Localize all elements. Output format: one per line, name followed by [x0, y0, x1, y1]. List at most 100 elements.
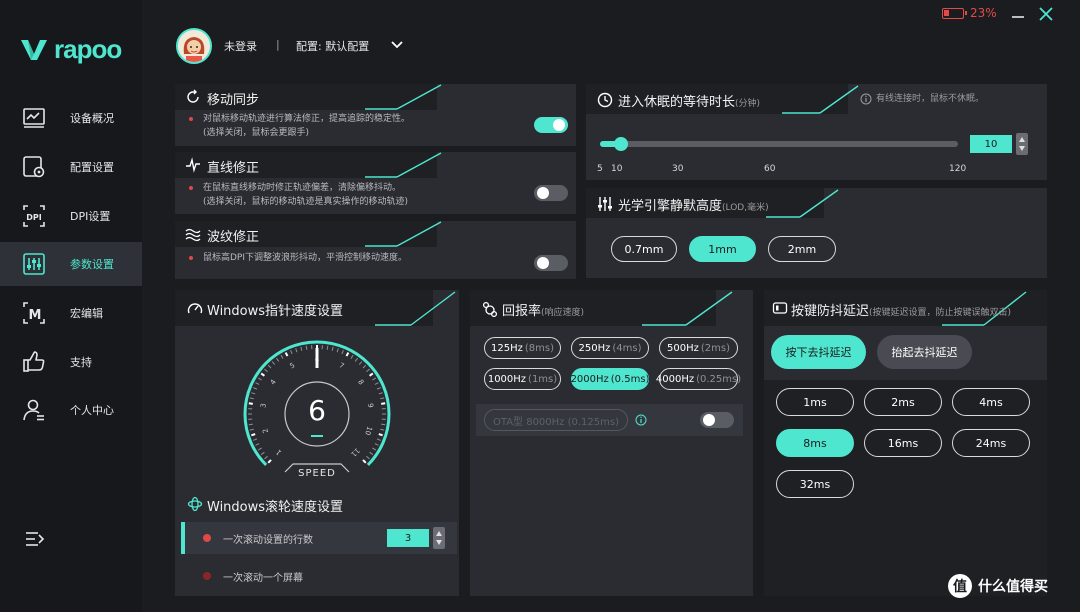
- dial-tick: [300, 346, 303, 351]
- dial-tick-label: 5: [289, 361, 297, 370]
- menu-collapse-icon[interactable]: [24, 528, 46, 550]
- lod-option-2mm[interactable]: 2mm: [768, 236, 836, 262]
- sleep-timer-slider[interactable]: [600, 137, 958, 151]
- ota-toggle[interactable]: [700, 412, 734, 428]
- wheel-option-lines[interactable]: 一次滚动设置的行数 3: [181, 522, 457, 554]
- ota-row: OTA型 8000Hz (0.125ms): [476, 404, 743, 436]
- dial-tick: [264, 455, 268, 460]
- sidebar-item-parameters[interactable]: 参数设置: [0, 242, 142, 286]
- dial-tick: [249, 397, 254, 400]
- debounce-title-text: 按键防抖延迟: [791, 304, 870, 319]
- line-correction-note: (选择关闭，鼠标的移动轨迹是真实操作的移动轨迹): [203, 197, 409, 207]
- sidebar-item-macro[interactable]: M 宏编辑: [0, 291, 142, 335]
- line-correction-toggle[interactable]: [534, 185, 568, 201]
- chevron-down-icon[interactable]: [390, 38, 404, 52]
- dial-tick: [253, 387, 258, 390]
- debounce-option-16ms[interactable]: 16ms: [864, 429, 942, 457]
- dpi-icon: DPI: [23, 205, 45, 227]
- avatar[interactable]: [176, 28, 212, 64]
- radio-dot: [203, 534, 211, 542]
- dial-tick: [341, 350, 344, 355]
- wheel-option-screen[interactable]: 一次滚动一个屏幕: [181, 560, 457, 592]
- wheel-speed-title: Windows滚轮速度设置: [207, 500, 344, 515]
- lod-unit: (LOD,毫米): [722, 203, 769, 213]
- close-icon[interactable]: [1036, 4, 1056, 24]
- slider-handle[interactable]: [614, 137, 628, 151]
- wheel-lines-spinner[interactable]: [433, 527, 445, 549]
- polling-ms: (4ms): [612, 342, 642, 354]
- title-bar: 23%: [142, 0, 1080, 26]
- slider-tick-label: 30: [672, 164, 684, 174]
- polling-rate-title-text: 回报率: [502, 304, 542, 319]
- wave-icon: [185, 228, 201, 242]
- dial-tick: [260, 372, 266, 377]
- ripple-control-panel: 波纹修正 鼠标高DPI下调整波浪形抖动，平滑控制移动速度。: [175, 221, 576, 279]
- sleep-timer-spinner[interactable]: [1016, 133, 1028, 155]
- debounce-option-32ms[interactable]: 32ms: [776, 470, 854, 498]
- lod-option-0-7mm[interactable]: 0.7mm: [611, 236, 677, 262]
- sidebar-item-dpi[interactable]: DPI DPI设置: [0, 194, 142, 238]
- tab-release-debounce[interactable]: 抬起去抖延迟: [877, 335, 972, 369]
- polling-rate: 125Hz: [491, 342, 523, 354]
- motion-sync-title: 移动同步: [207, 93, 260, 108]
- tab-press-debounce[interactable]: 按下去抖延迟: [771, 335, 866, 369]
- dial-tick-label: 10: [363, 425, 373, 436]
- line-correction-icon: [186, 157, 200, 173]
- sidebar-item-personal-center[interactable]: 个人中心: [0, 388, 142, 432]
- dial-tick: [362, 364, 367, 369]
- debounce-option-24ms[interactable]: 24ms: [952, 429, 1030, 457]
- dial-tick-label: 11: [349, 446, 361, 458]
- dial-tick: [336, 348, 339, 353]
- polling-option-250hz[interactable]: 250Hz (4ms): [571, 337, 649, 359]
- debounce-option-2ms[interactable]: 2ms: [864, 388, 942, 416]
- polling-option-500hz[interactable]: 500Hz (2ms): [659, 337, 738, 359]
- login-status[interactable]: 未登录: [224, 38, 257, 54]
- config-settings-icon: [23, 156, 45, 178]
- sidebar-item-label: 参数设置: [70, 258, 114, 271]
- dial-tick: [345, 352, 350, 357]
- polling-option-2000hz[interactable]: 2000Hz (0.5ms): [571, 368, 649, 390]
- bullet-dot: [189, 186, 193, 190]
- sidebar-item-device-overview[interactable]: 设备概况: [0, 96, 142, 140]
- motion-sync-desc: 对鼠标移动轨迹进行算法修正，提高追踪的稳定性。: [203, 114, 411, 124]
- sidebar-item-config-settings[interactable]: 配置设置: [0, 145, 142, 189]
- dial-tick: [368, 372, 374, 377]
- dial-tick: [255, 382, 260, 385]
- lod-panel: 光学引擎静默高度(LOD,毫米) 0.7mm 1mm 2mm: [586, 188, 1047, 278]
- debounce-option-4ms[interactable]: 4ms: [952, 388, 1030, 416]
- brand-logo: rapoo: [20, 34, 122, 65]
- dial-tick: [267, 459, 272, 464]
- polling-rate-sub: (响应速度): [541, 308, 585, 318]
- sleep-timer-input[interactable]: 10: [970, 135, 1012, 153]
- dial-tick: [248, 423, 253, 426]
- dial-tick: [372, 377, 377, 381]
- sidebar-item-support[interactable]: 支持: [0, 340, 142, 384]
- radio-dot: [203, 572, 211, 580]
- lod-option-1mm[interactable]: 1mm: [689, 236, 756, 262]
- polling-option-1000hz[interactable]: 1000Hz (1ms): [484, 368, 561, 390]
- polling-option-4000hz[interactable]: 4000Hz (0.25ms): [656, 368, 742, 390]
- dial-tick-label: 9: [366, 403, 375, 409]
- sidebar-item-label: 设备概况: [70, 112, 114, 125]
- ripple-control-toggle[interactable]: [534, 255, 568, 271]
- battery-percent: 23%: [970, 6, 997, 20]
- debounce-option-1ms[interactable]: 1ms: [776, 388, 854, 416]
- ota-8000hz-option[interactable]: OTA型 8000Hz (0.125ms): [484, 409, 628, 431]
- motion-sync-toggle[interactable]: [534, 117, 568, 133]
- dial-tick: [350, 354, 354, 359]
- dial-tick: [362, 459, 367, 464]
- wheel-option-label: 一次滚动设置的行数: [223, 535, 313, 546]
- polling-option-125hz[interactable]: 125Hz (8ms): [484, 337, 561, 359]
- profile-selector[interactable]: 配置: 默认配置: [296, 38, 369, 54]
- wheel-lines-input[interactable]: 3: [387, 529, 429, 547]
- debounce-option-8ms[interactable]: 8ms: [776, 429, 854, 457]
- selection-indicator: [181, 522, 185, 554]
- polling-ms: (0.25ms): [696, 373, 742, 385]
- dial-tick: [255, 443, 260, 446]
- watermark: 值 什么值得买: [948, 574, 1048, 598]
- dial-tick-label: 7: [338, 361, 346, 370]
- minimize-icon[interactable]: [1008, 4, 1028, 24]
- dial-tick: [381, 402, 386, 405]
- polling-rate-panel: 回报率(响应速度) 125Hz (8ms) 250Hz (4ms) 500Hz (2m…: [470, 290, 753, 596]
- ripple-control-desc: 鼠标高DPI下调整波浪形抖动，平滑控制移动速度。: [203, 253, 408, 263]
